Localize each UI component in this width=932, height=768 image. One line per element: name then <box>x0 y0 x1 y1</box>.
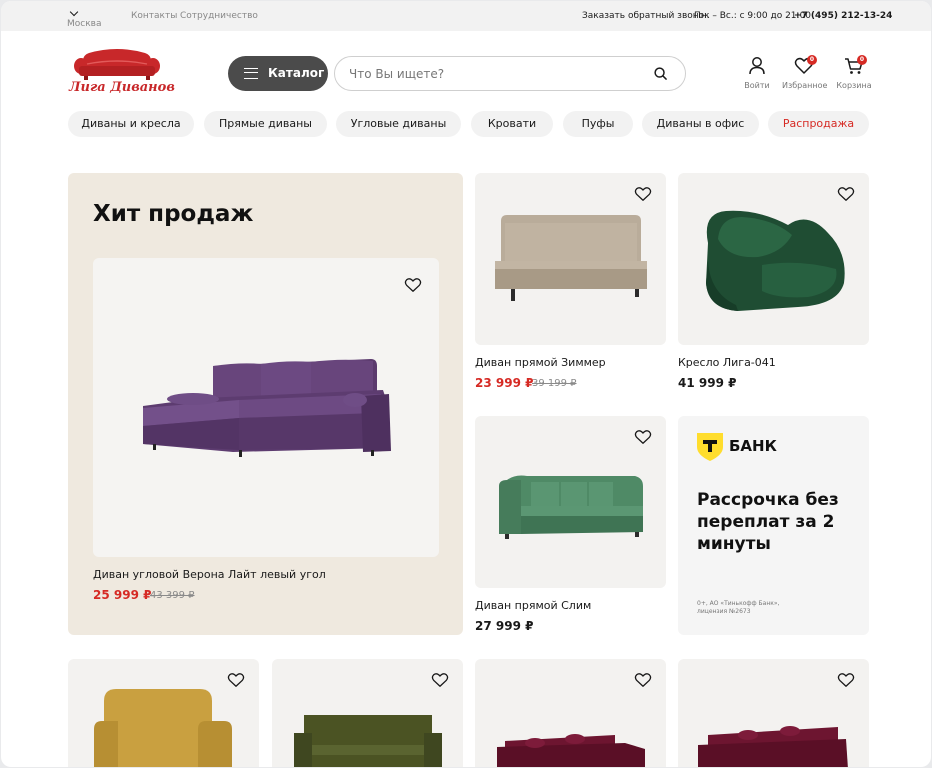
category-poufs[interactable]: Пуфы <box>563 111 633 137</box>
product-card-image[interactable] <box>475 173 666 345</box>
bank-shield-logo-icon <box>697 433 723 461</box>
bestseller-title: Хит продаж <box>93 201 254 227</box>
city-selector[interactable]: Москва <box>67 7 101 29</box>
category-sofas-armchairs[interactable]: Диваны и кресла <box>68 111 194 137</box>
search-icon[interactable] <box>654 67 667 80</box>
heart-icon[interactable] <box>431 672 449 688</box>
heart-icon[interactable] <box>227 672 245 688</box>
heart-icon[interactable] <box>634 186 652 202</box>
catalog-button-label: Каталог <box>268 66 325 80</box>
callback-link[interactable]: Заказать обратный звонок <box>582 10 710 22</box>
bank-promo-banner[interactable]: БАНК Рассрочка без переплат за 2 минуты … <box>678 416 869 635</box>
bestseller-product-old-price: 43 399 ₽ <box>150 590 195 601</box>
sofa-logo-icon <box>74 49 160 80</box>
cart-label: Корзина <box>836 81 872 90</box>
category-sale[interactable]: Распродажа <box>768 111 869 137</box>
page: Москва Контакты Сотрудничество Заказать … <box>1 1 931 767</box>
bank-promo-text: Рассрочка без переплат за 2 минуты <box>697 490 839 554</box>
favorites-badge: 0 <box>807 55 817 65</box>
login-label: Войти <box>744 81 770 90</box>
city-label: Москва <box>67 19 102 29</box>
favorites-button[interactable]: 0 Избранное <box>782 55 828 90</box>
product-card-image[interactable] <box>678 173 869 345</box>
product-card-image[interactable] <box>475 416 666 588</box>
product-old-price: 39 199 ₽ <box>532 378 577 389</box>
product-name[interactable]: Кресло Лига-041 <box>678 356 776 369</box>
category-straight-sofas[interactable]: Прямые диваны <box>204 111 327 137</box>
bestseller-product-image[interactable] <box>93 258 439 557</box>
search-input[interactable] <box>349 66 639 82</box>
product-card-image[interactable] <box>475 659 666 767</box>
product-card-image[interactable] <box>272 659 463 767</box>
category-beds[interactable]: Кровати <box>471 111 553 137</box>
contacts-link[interactable]: Контакты <box>131 10 177 22</box>
product-card-image[interactable] <box>68 659 259 767</box>
heart-icon[interactable] <box>837 186 855 202</box>
login-button[interactable]: Войти <box>741 56 773 90</box>
heart-icon[interactable] <box>634 672 652 688</box>
bank-name: БАНК <box>729 437 777 455</box>
search-bar <box>334 56 686 91</box>
favorites-label: Избранное <box>782 81 828 90</box>
corner-sofa-purple-image <box>143 359 391 457</box>
logo[interactable]: Лига Диванов <box>67 47 175 101</box>
chevron-down-icon <box>69 7 79 17</box>
user-icon <box>749 57 765 75</box>
product-price: 23 999 ₽ <box>475 376 534 390</box>
phone-number[interactable]: +7 (495) 212-13-24 <box>794 10 892 22</box>
product-name[interactable]: Диван прямой Слим <box>475 599 591 612</box>
heart-icon[interactable] <box>404 277 422 293</box>
product-price: 41 999 ₽ <box>678 376 737 390</box>
menu-icon <box>244 68 258 79</box>
bestseller-product-name[interactable]: Диван угловой Верона Лайт левый угол <box>93 568 326 581</box>
category-corner-sofas[interactable]: Угловые диваны <box>336 111 461 137</box>
bank-fine-print: 0+, АО «Тинькофф Банк», лицензия №2673 <box>697 600 780 615</box>
cart-button[interactable]: 0 Корзина <box>836 55 872 90</box>
bestseller-product-price: 25 999 ₽ <box>93 588 152 602</box>
product-card-image[interactable] <box>678 659 869 767</box>
category-office-sofas[interactable]: Диваны в офис <box>642 111 759 137</box>
top-bar: Москва Контакты Сотрудничество Заказать … <box>1 1 931 31</box>
heart-icon[interactable] <box>837 672 855 688</box>
cooperation-link[interactable]: Сотрудничество <box>180 10 258 22</box>
product-price: 27 999 ₽ <box>475 619 534 633</box>
product-name[interactable]: Диван прямой Зиммер <box>475 356 606 369</box>
logo-text: Лига Диванов <box>69 80 175 95</box>
heart-icon[interactable] <box>634 429 652 445</box>
cart-badge: 0 <box>857 55 867 65</box>
catalog-button[interactable]: Каталог <box>228 56 328 91</box>
